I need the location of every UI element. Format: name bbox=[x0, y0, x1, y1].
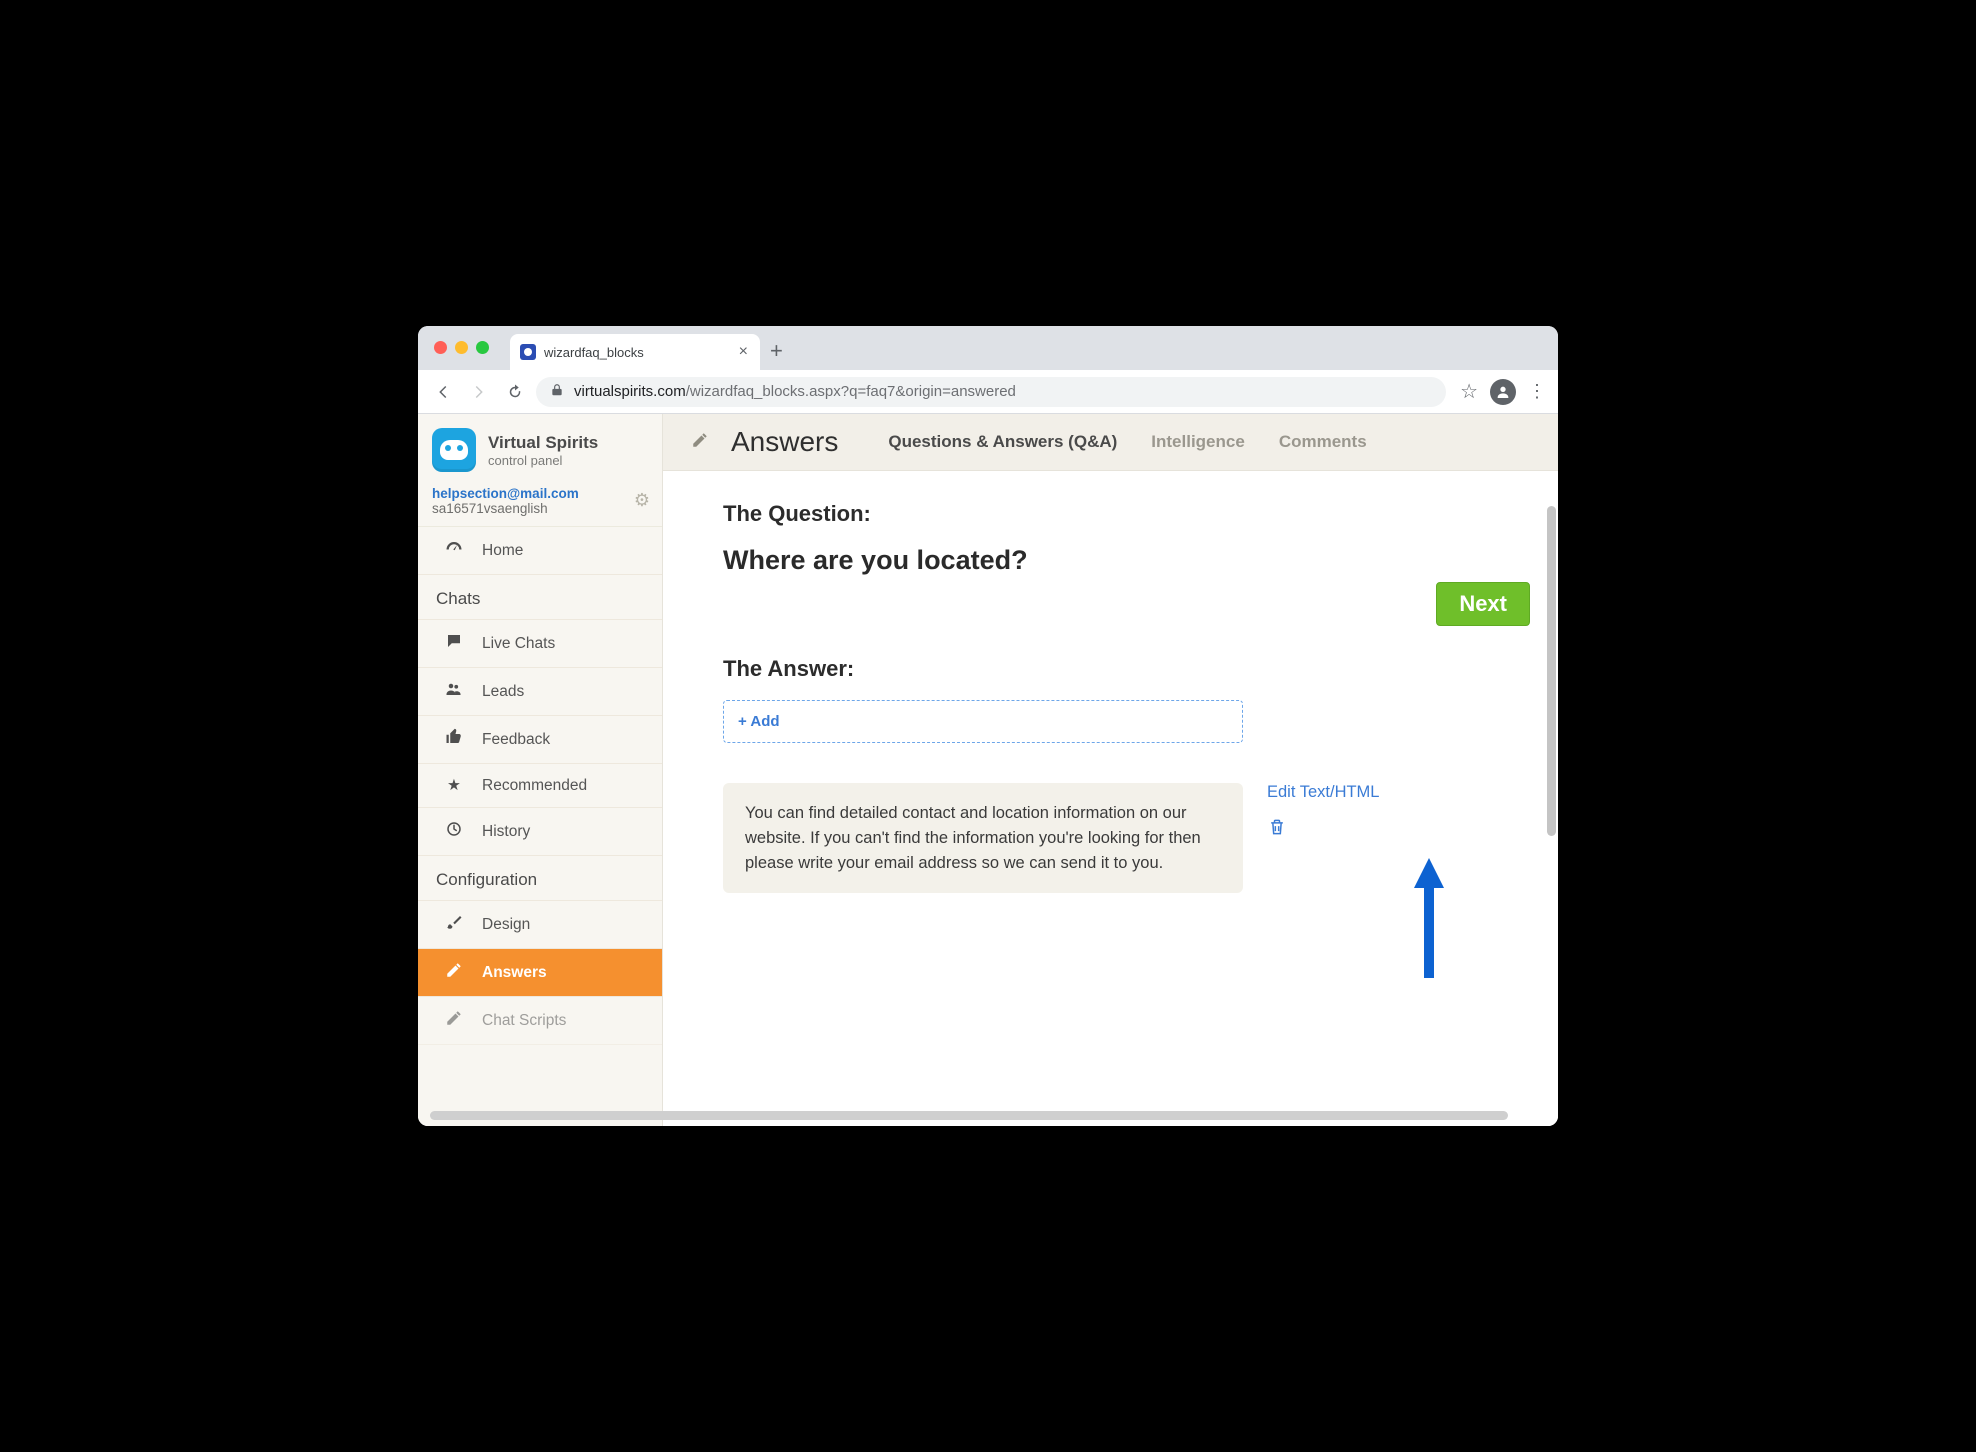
sidebar-item-feedback[interactable]: Feedback bbox=[418, 716, 662, 764]
chat-icon bbox=[444, 632, 464, 655]
new-tab-button[interactable]: + bbox=[770, 338, 783, 370]
app-root: Virtual Spirits control panel helpsectio… bbox=[418, 414, 1558, 1126]
sidebar-item-chat-scripts[interactable]: Chat Scripts bbox=[418, 997, 662, 1045]
sidebar-item-design[interactable]: Design bbox=[418, 901, 662, 949]
browser-tab[interactable]: wizardfaq_blocks × bbox=[510, 334, 760, 370]
account-email[interactable]: helpsection@mail.com bbox=[432, 486, 648, 501]
reload-button[interactable] bbox=[500, 377, 530, 407]
browser-right-controls: ☆ ⋮ bbox=[1460, 379, 1548, 405]
brand: Virtual Spirits control panel bbox=[418, 414, 662, 478]
brand-logo-icon bbox=[432, 428, 476, 472]
sidebar-item-home[interactable]: Home bbox=[418, 527, 662, 575]
browser-window: wizardfaq_blocks × + virtualspirits.com/… bbox=[418, 326, 1558, 1126]
maximize-window-button[interactable] bbox=[476, 341, 489, 354]
gauge-icon bbox=[444, 539, 464, 562]
sidebar-item-answers[interactable]: Answers bbox=[418, 949, 662, 997]
sidebar-item-label: Live Chats bbox=[482, 635, 555, 653]
sidebar-item-recommended[interactable]: ★ Recommended bbox=[418, 764, 662, 808]
sidebar: Virtual Spirits control panel helpsectio… bbox=[418, 414, 663, 1126]
thumb-icon bbox=[444, 728, 464, 751]
back-button[interactable] bbox=[428, 377, 458, 407]
profile-button[interactable] bbox=[1490, 379, 1516, 405]
tab-qa[interactable]: Questions & Answers (Q&A) bbox=[888, 432, 1117, 452]
url-host: virtualspirits.com bbox=[574, 383, 686, 400]
account-block: helpsection@mail.com sa16571vsaenglish ⚙ bbox=[418, 478, 662, 527]
favicon-icon bbox=[520, 344, 536, 360]
header-tabs: Questions & Answers (Q&A) Intelligence C… bbox=[888, 432, 1366, 452]
sidebar-item-label: Chat Scripts bbox=[482, 1012, 566, 1030]
brush-icon bbox=[444, 913, 464, 936]
horizontal-scrollbar[interactable] bbox=[430, 1111, 1508, 1120]
sidebar-item-label: Leads bbox=[482, 683, 524, 701]
account-id: sa16571vsaenglish bbox=[432, 501, 648, 516]
page-title: Answers bbox=[731, 426, 838, 458]
next-button[interactable]: Next bbox=[1436, 582, 1530, 626]
leads-icon bbox=[444, 680, 464, 703]
question-text: Where are you located? bbox=[723, 545, 1498, 576]
sidebar-item-leads[interactable]: Leads bbox=[418, 668, 662, 716]
page-body: The Question: Where are you located? The… bbox=[663, 471, 1558, 923]
sidebar-item-label: History bbox=[482, 823, 530, 841]
sidebar-item-label: Feedback bbox=[482, 731, 550, 749]
sidebar-item-label: Design bbox=[482, 916, 530, 934]
pencil-icon bbox=[444, 1009, 464, 1032]
sidebar-section-chats: Chats bbox=[418, 575, 662, 620]
tab-title: wizardfaq_blocks bbox=[544, 345, 644, 360]
history-icon bbox=[444, 820, 464, 843]
answer-text: You can find detailed contact and locati… bbox=[745, 804, 1201, 872]
vertical-scrollbar[interactable] bbox=[1547, 506, 1556, 836]
close-window-button[interactable] bbox=[434, 341, 447, 354]
sidebar-item-live-chats[interactable]: Live Chats bbox=[418, 620, 662, 668]
address-bar[interactable]: virtualspirits.com/wizardfaq_blocks.aspx… bbox=[536, 377, 1446, 407]
sidebar-item-label: Answers bbox=[482, 964, 547, 982]
bookmark-button[interactable]: ☆ bbox=[1460, 379, 1478, 404]
content: Answers Questions & Answers (Q&A) Intell… bbox=[663, 414, 1558, 1126]
pencil-icon bbox=[444, 961, 464, 984]
answer-card[interactable]: You can find detailed contact and locati… bbox=[723, 783, 1243, 893]
url-path: /wizardfaq_blocks.aspx?q=faq7&origin=ans… bbox=[686, 383, 1016, 400]
sidebar-item-label: Home bbox=[482, 542, 523, 560]
answer-heading: The Answer: bbox=[723, 656, 1498, 682]
content-header: Answers Questions & Answers (Q&A) Intell… bbox=[663, 414, 1558, 471]
minimize-window-button[interactable] bbox=[455, 341, 468, 354]
sidebar-item-history[interactable]: History bbox=[418, 808, 662, 856]
delete-answer-button[interactable] bbox=[1267, 816, 1287, 843]
forward-button[interactable] bbox=[464, 377, 494, 407]
brand-name: Virtual Spirits bbox=[488, 433, 598, 453]
tab-comments[interactable]: Comments bbox=[1279, 432, 1367, 452]
tab-intelligence[interactable]: Intelligence bbox=[1151, 432, 1245, 452]
edit-text-html-link[interactable]: Edit Text/HTML bbox=[1267, 783, 1379, 802]
window-controls bbox=[434, 341, 489, 354]
close-tab-button[interactable]: × bbox=[739, 344, 748, 360]
browser-tabstrip: wizardfaq_blocks × + bbox=[418, 326, 1558, 370]
star-icon: ★ bbox=[444, 776, 464, 795]
browser-menu-button[interactable]: ⋮ bbox=[1528, 381, 1548, 402]
sidebar-item-label: Recommended bbox=[482, 777, 587, 795]
add-answer-button[interactable]: + Add bbox=[723, 700, 1243, 743]
browser-toolbar: virtualspirits.com/wizardfaq_blocks.aspx… bbox=[418, 370, 1558, 414]
settings-gear-icon[interactable]: ⚙ bbox=[634, 490, 650, 511]
brand-subtitle: control panel bbox=[488, 453, 598, 468]
sidebar-section-config: Configuration bbox=[418, 856, 662, 901]
edit-title-icon[interactable] bbox=[691, 431, 711, 454]
question-heading: The Question: bbox=[723, 501, 1498, 527]
lock-icon bbox=[550, 383, 564, 401]
